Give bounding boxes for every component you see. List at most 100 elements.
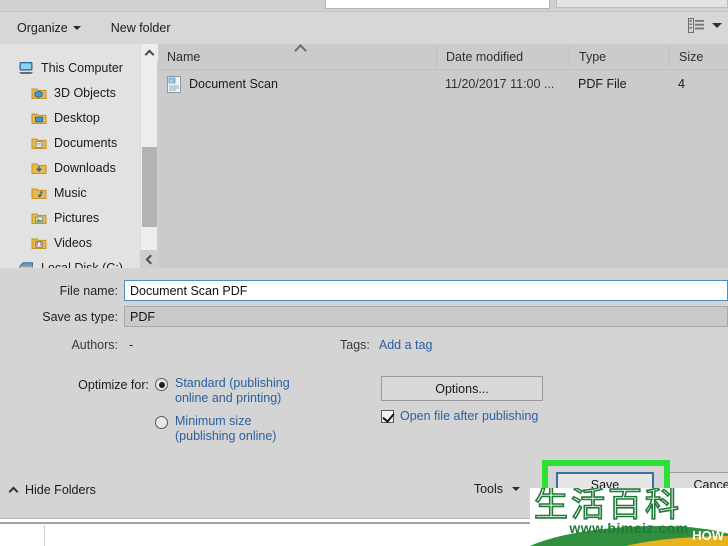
tools-button[interactable]: Tools xyxy=(474,482,520,496)
horizontal-rule xyxy=(0,522,728,524)
chevron-up-icon xyxy=(8,486,19,497)
radio-standard-line2: online and printing) xyxy=(175,391,282,405)
tools-label: Tools xyxy=(473,482,503,496)
view-chevron-down-icon[interactable] xyxy=(712,23,722,28)
column-header-label: Type xyxy=(579,49,607,64)
pdf-file-icon: e xyxy=(167,75,181,93)
column-headers: Name Date modified Type Size xyxy=(158,44,728,70)
sidebar-item-desktop[interactable]: Desktop xyxy=(0,105,140,130)
sidebar-item-downloads[interactable]: Downloads xyxy=(0,155,140,180)
column-header-size[interactable]: Size xyxy=(669,46,728,67)
file-list-pane: Name Date modified Type Size e Document … xyxy=(158,44,728,268)
save-as-type-row: Save as type: PDF xyxy=(0,306,728,327)
vertical-divider xyxy=(44,525,45,546)
save-as-type-select[interactable]: PDF xyxy=(124,306,728,327)
folder-3d-icon xyxy=(31,86,47,100)
save-form: File name: Document Scan PDF Save as typ… xyxy=(0,268,728,472)
chevron-down-icon xyxy=(512,487,520,491)
radio-option-minimum-size[interactable]: Minimum size (publishing online) xyxy=(155,414,290,444)
optimize-for-label: Optimize for: xyxy=(78,378,149,392)
open-file-after-publishing-row[interactable]: Open file after publishing xyxy=(381,409,538,423)
radio-standard-line1: Standard (publishing xyxy=(175,376,290,390)
computer-icon xyxy=(18,61,34,75)
save-button[interactable]: Save xyxy=(556,472,654,497)
folder-downloads-icon xyxy=(31,161,47,175)
folder-documents-icon xyxy=(31,136,47,150)
radio-minimum-size-icon[interactable] xyxy=(155,416,168,429)
column-header-type[interactable]: Type xyxy=(569,46,669,67)
add-a-tag-link[interactable]: Add a tag xyxy=(379,338,433,352)
sidebar-item-music[interactable]: Music xyxy=(0,180,140,205)
dialog-top-chrome xyxy=(0,0,728,12)
radio-minimum-line1: Minimum size xyxy=(175,414,252,428)
view-controls xyxy=(688,18,722,33)
folder-pictures-icon xyxy=(31,211,47,225)
bottom-page-strip xyxy=(0,518,728,546)
sidebar-item-3d-objects[interactable]: 3D Objects xyxy=(0,80,140,105)
sidebar-item-label: 3D Objects xyxy=(54,85,116,100)
column-header-date-modified[interactable]: Date modified xyxy=(436,46,569,67)
organize-label: Organize xyxy=(17,21,68,35)
cancel-button[interactable]: Cancel xyxy=(664,472,728,497)
open-file-label: Open file after publishing xyxy=(400,409,539,423)
sidebar-item-label: Desktop xyxy=(54,110,100,125)
optimize-radio-group: Standard (publishing online and printing… xyxy=(155,376,290,444)
radio-standard-label: Standard (publishing online and printing… xyxy=(175,376,290,406)
navigation-pane: This Computer 3D Objects Desktop Documen… xyxy=(0,44,140,268)
chevron-left-icon xyxy=(145,254,155,264)
sidebar-item-label: Downloads xyxy=(54,160,116,175)
column-header-label: Size xyxy=(679,49,704,64)
column-header-label: Name xyxy=(167,49,201,64)
table-row[interactable]: e Document Scan 11/20/2017 11:00 ... PDF… xyxy=(158,70,728,98)
search-field-stub[interactable] xyxy=(556,0,728,8)
tags-label: Tags: xyxy=(340,338,370,352)
file-type-cell: PDF File xyxy=(578,77,627,91)
navigation-scrollbar[interactable] xyxy=(140,44,158,268)
hide-folders-label: Hide Folders xyxy=(25,483,96,497)
sidebar-item-label: Videos xyxy=(54,235,92,250)
sidebar-item-label: Documents xyxy=(54,135,118,150)
scrollbar-thumb[interactable] xyxy=(142,147,157,227)
authors-value[interactable]: - xyxy=(124,338,133,352)
address-field-stub[interactable] xyxy=(325,0,550,9)
sidebar-item-documents[interactable]: Documents xyxy=(0,130,140,155)
radio-minimum-size-label: Minimum size (publishing online) xyxy=(175,414,276,444)
open-file-checkbox[interactable] xyxy=(381,409,394,423)
list-view-icon[interactable] xyxy=(688,18,705,33)
file-name-cell: e Document Scan xyxy=(158,75,436,93)
folder-music-icon xyxy=(31,186,47,200)
chevron-down-icon xyxy=(72,26,81,30)
file-browser: This Computer 3D Objects Desktop Documen… xyxy=(0,44,728,268)
sidebar-item-this-computer[interactable]: This Computer xyxy=(0,55,140,80)
scroll-up-button[interactable] xyxy=(141,44,158,61)
radio-option-standard[interactable]: Standard (publishing online and printing… xyxy=(155,376,290,406)
file-name-label: File name: xyxy=(59,283,118,298)
file-name-input[interactable]: Document Scan PDF xyxy=(124,280,728,301)
save-as-type-label: Save as type: xyxy=(42,309,118,324)
file-name-label: Document Scan xyxy=(189,77,278,91)
command-bar: Organize New folder xyxy=(0,12,728,44)
file-date-cell: 11/20/2017 11:00 ... xyxy=(445,77,555,91)
scroll-left-button[interactable] xyxy=(140,250,158,268)
options-button[interactable]: Options... xyxy=(381,376,543,401)
radio-standard-icon[interactable] xyxy=(155,378,168,391)
folder-videos-icon xyxy=(31,236,47,250)
optimize-row: Optimize for: Standard (publishing onlin… xyxy=(0,376,290,444)
folder-desktop-icon xyxy=(31,111,47,125)
chevron-up-icon xyxy=(144,49,155,59)
sidebar-item-label: Pictures xyxy=(54,210,100,225)
column-header-label: Date modified xyxy=(446,49,524,64)
authors-row: Authors: - xyxy=(0,338,133,352)
hide-folders-button[interactable]: Hide Folders xyxy=(8,483,96,497)
organize-button[interactable]: Organize xyxy=(11,16,87,40)
radio-minimum-line2: (publishing online) xyxy=(175,429,277,443)
tags-row: Tags: Add a tag xyxy=(340,338,432,352)
authors-label: Authors: xyxy=(71,338,118,352)
svg-text:e: e xyxy=(170,78,173,84)
new-folder-label: New folder xyxy=(110,21,171,35)
navigation-list: This Computer 3D Objects Desktop Documen… xyxy=(0,44,140,268)
new-folder-button[interactable]: New folder xyxy=(105,16,177,40)
horizontal-scrollbar[interactable] xyxy=(0,250,158,268)
save-as-pdf-dialog: Organize New folder This Computer 3D Obj… xyxy=(0,0,728,546)
sidebar-item-pictures[interactable]: Pictures xyxy=(0,205,140,230)
